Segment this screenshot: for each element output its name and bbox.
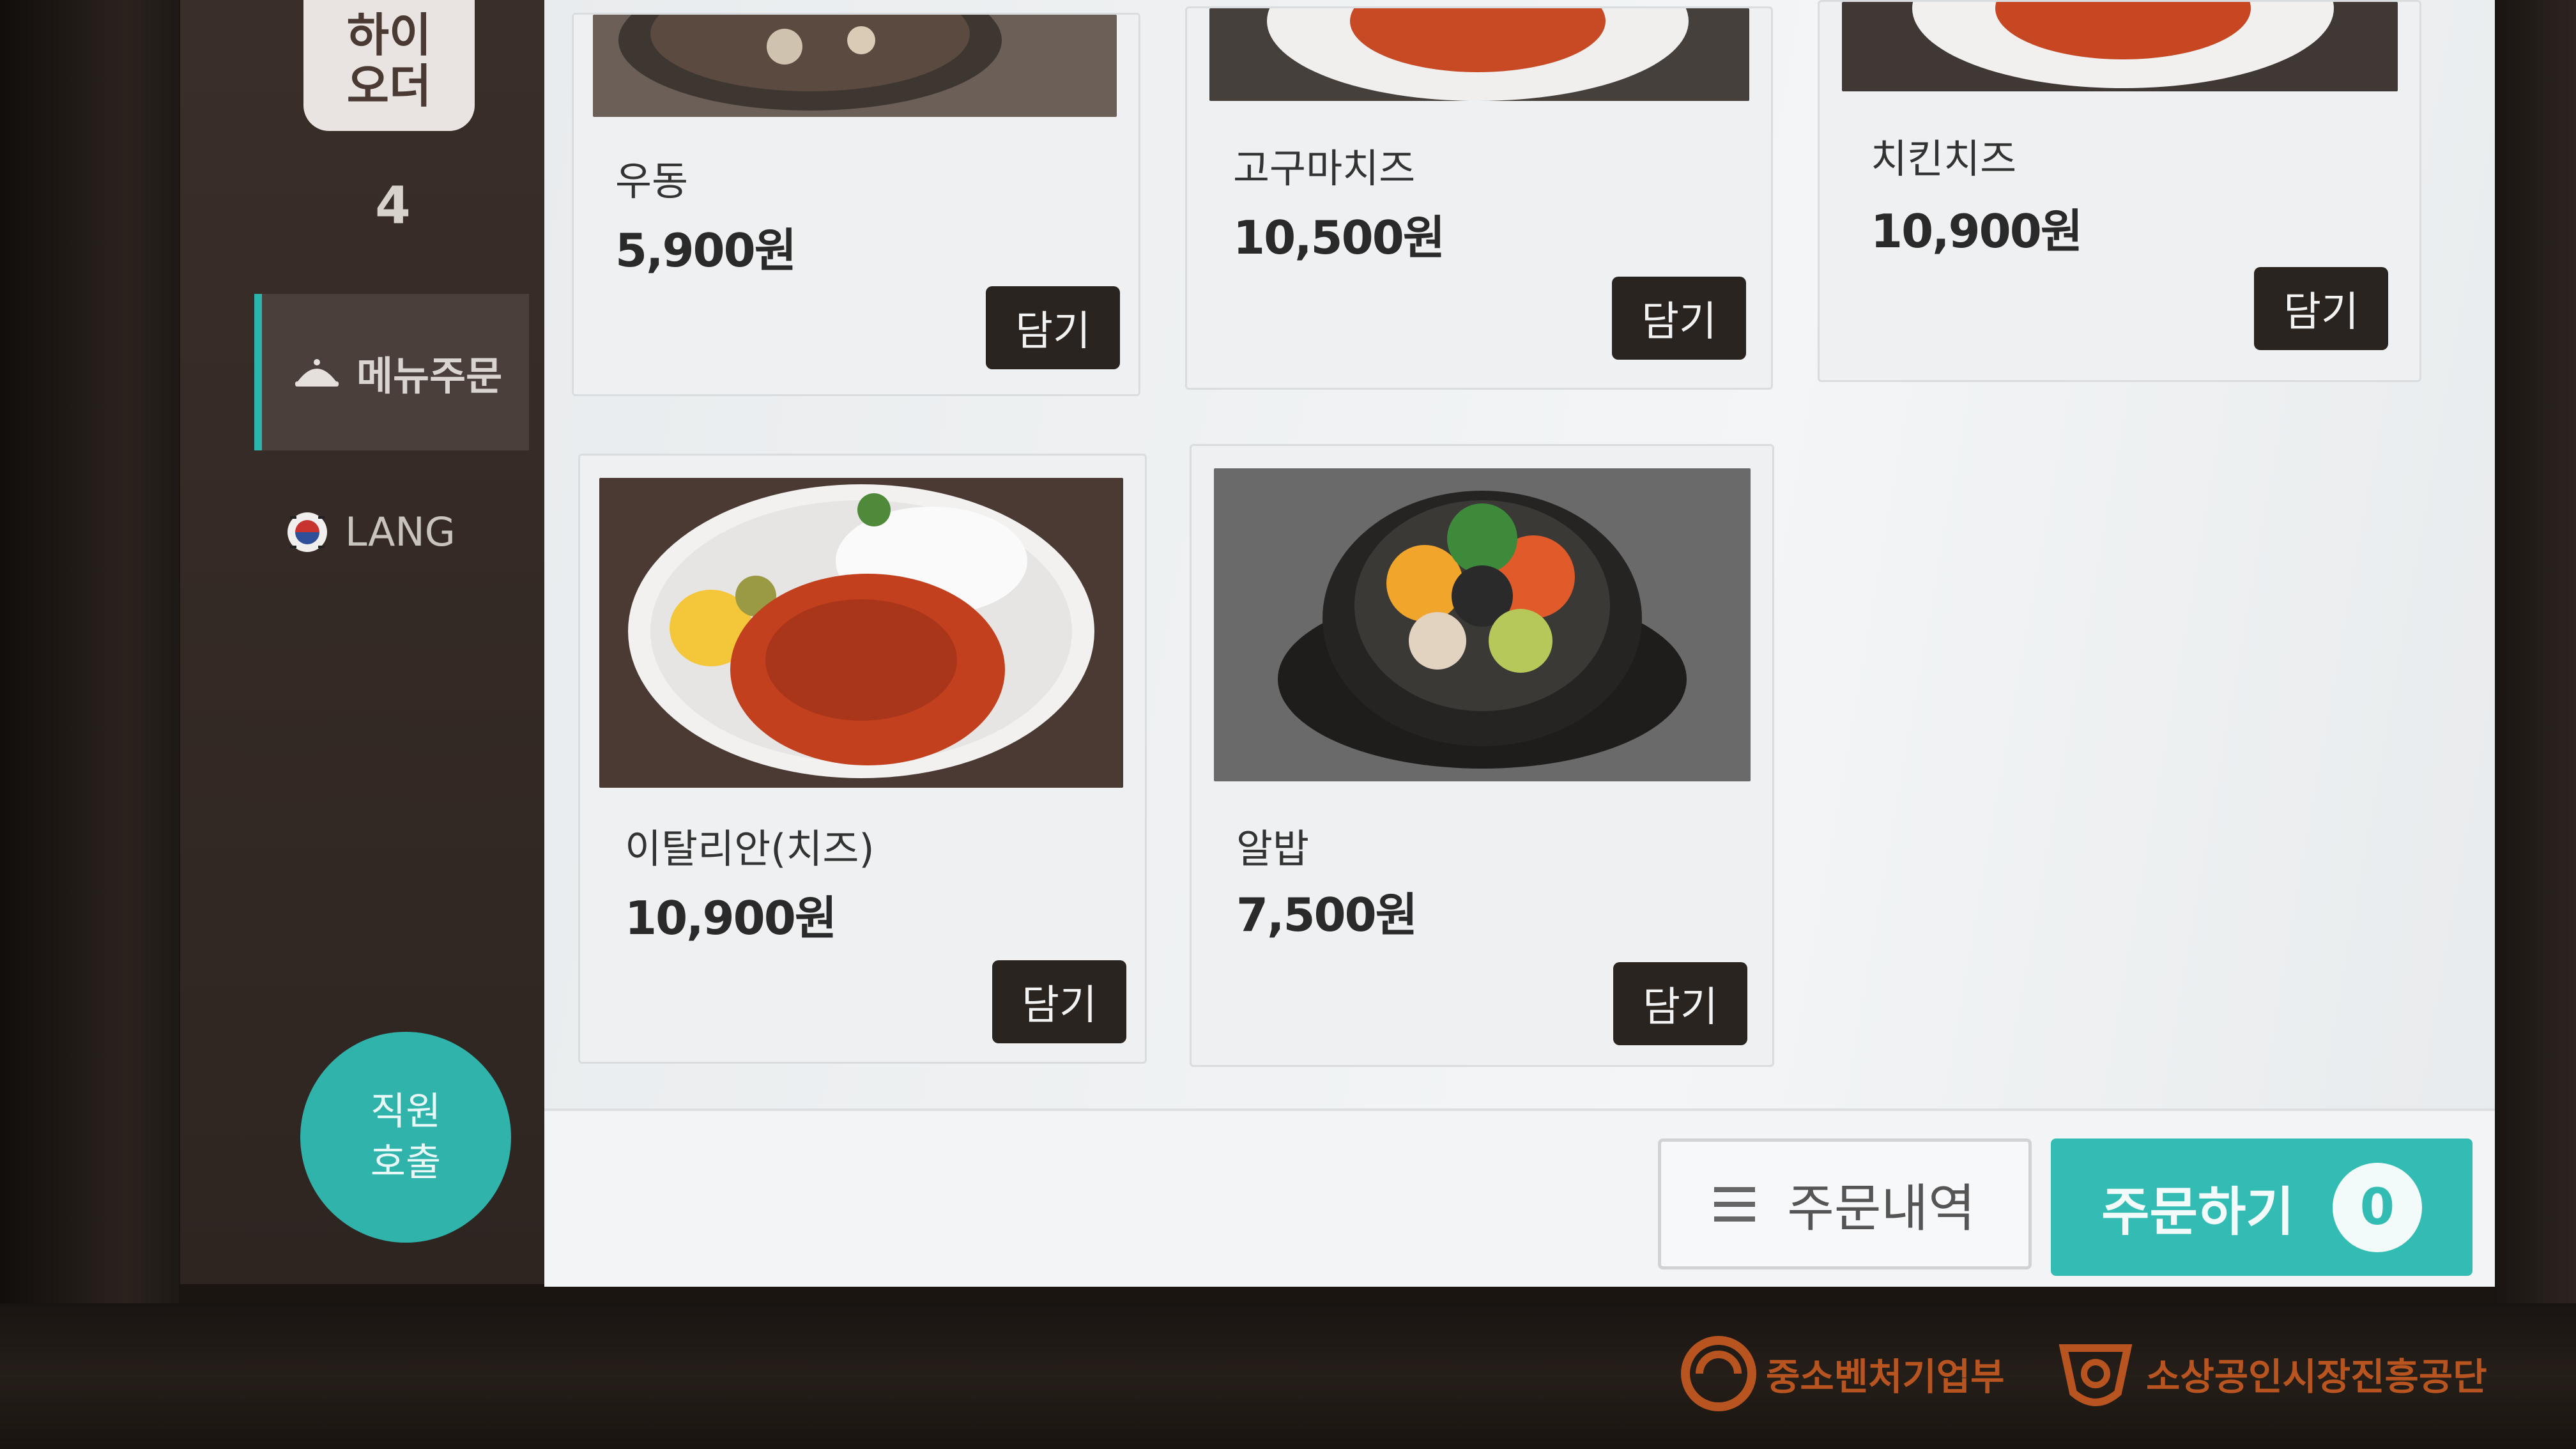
footer-logo-mss: 중소벤처기업부 (1680, 1335, 2005, 1412)
menu-item-price: 10,900원 (625, 891, 837, 945)
brand-line-2: 오더 (346, 59, 432, 113)
sidebar-item-lang[interactable]: LANG (254, 454, 529, 610)
staff-call-button[interactable]: 직원호출 (300, 1032, 511, 1243)
place-order-label: 주문하기 (2101, 1182, 2294, 1243)
menu-item-photo (599, 478, 1123, 788)
brand-logo: 하이 오더 (303, 0, 475, 131)
menu-item-photo (1209, 8, 1749, 101)
menu-item-photo (1214, 468, 1751, 781)
list-icon (1714, 1186, 1756, 1222)
footer-logo-semas: 소상공인시장진흥공단 (2054, 1335, 2487, 1412)
footer-logo-semas-text: 소상공인시장진흥공단 (2146, 1355, 2487, 1399)
menu-item-name: 이탈리안(치즈) (625, 825, 875, 872)
cloche-icon (295, 358, 339, 387)
menu-card[interactable]: 이탈리안(치즈) 10,900원 담기 (578, 454, 1147, 1064)
menu-card[interactable]: 치킨치즈 10,900원 담기 (1818, 0, 2421, 382)
menu-item-price: 10,500원 (1233, 211, 1445, 264)
order-history-label: 주문내역 (1787, 1178, 1975, 1238)
menu-item-price: 5,900원 (615, 224, 797, 277)
device-bezel-right (2495, 0, 2576, 1449)
add-to-cart-button[interactable]: 담기 (2254, 267, 2388, 350)
order-history-button[interactable]: 주문내역 (1658, 1138, 2032, 1269)
sidebar-item-label: 메뉴주문 (356, 352, 503, 399)
korea-flag-icon (288, 512, 327, 552)
menu-item-photo (1842, 2, 2398, 91)
add-to-cart-button[interactable]: 담기 (1613, 962, 1747, 1045)
footer-logo-mss-text: 중소벤처기업부 (1766, 1355, 2005, 1399)
mss-emblem-icon (1681, 1336, 1756, 1411)
table-number: 4 (375, 176, 411, 235)
menu-item-name: 고구마치즈 (1233, 145, 1416, 192)
menu-item-name: 치킨치즈 (1871, 135, 2017, 182)
menu-item-price: 7,500원 (1236, 888, 1418, 942)
menu-item-name: 알밥 (1236, 825, 1310, 872)
sidebar-item-label: LANG (345, 509, 456, 555)
menu-item-photo (593, 15, 1117, 117)
semas-emblem-icon (2058, 1344, 2133, 1406)
add-to-cart-button[interactable]: 담기 (992, 960, 1126, 1043)
menu-card[interactable]: 우동 5,900원 담기 (572, 13, 1140, 396)
brand-line-1: 하이 (346, 8, 432, 62)
staff-call-line-2: 호출 (370, 1140, 441, 1185)
sidebar-item-menu-order[interactable]: 메뉴주문 (254, 294, 529, 450)
add-to-cart-button[interactable]: 담기 (986, 286, 1120, 369)
menu-item-name: 우동 (615, 158, 689, 204)
menu-card[interactable]: 고구마치즈 10,500원 담기 (1185, 6, 1773, 390)
cart-count-badge: 0 (2332, 1162, 2422, 1252)
device-bezel-left (0, 0, 179, 1449)
place-order-button[interactable]: 주문하기 0 (2051, 1138, 2472, 1276)
menu-card[interactable]: 알밥 7,500원 담기 (1190, 444, 1774, 1067)
menu-item-price: 10,900원 (1871, 204, 2083, 258)
staff-call-line-1: 직원 (370, 1089, 441, 1134)
add-to-cart-button[interactable]: 담기 (1612, 277, 1746, 360)
